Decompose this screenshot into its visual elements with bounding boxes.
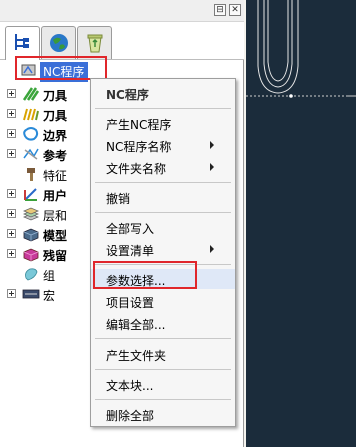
expand-toggle[interactable]	[7, 209, 16, 218]
tree-item-label: 刀具	[43, 89, 68, 103]
tree-item-label: 残留	[43, 249, 68, 263]
menu-item-write-all[interactable]: 全部写入	[91, 217, 235, 237]
layers-icon	[22, 207, 40, 221]
menu-item-create-folder[interactable]: 产生文件夹	[91, 344, 235, 364]
tool-green-icon	[22, 87, 40, 101]
menu-item-settings-list[interactable]: 设置清单	[91, 239, 235, 259]
tree-item-label: 刀具	[43, 109, 68, 123]
reference-icon	[23, 148, 39, 160]
submenu-arrow-icon	[210, 163, 214, 171]
tree-item-label: 模型	[43, 229, 68, 243]
tree-item-label: 宏	[43, 289, 56, 303]
menu-separator	[95, 369, 231, 370]
boundary-icon	[23, 127, 39, 141]
tree-item-label: 组	[43, 269, 56, 283]
stock-model-icon	[23, 248, 39, 262]
explorer-tab[interactable]	[5, 26, 40, 60]
menu-separator	[95, 108, 231, 109]
submenu-arrow-icon	[210, 245, 214, 253]
annotation-box-parameter-select	[93, 261, 197, 289]
expand-toggle[interactable]	[7, 289, 16, 298]
menu-separator	[95, 212, 231, 213]
menu-item-text-block[interactable]: 文本块...	[91, 374, 235, 394]
toolpath-icon	[23, 108, 39, 121]
menu-separator	[95, 399, 231, 400]
menu-separator	[95, 338, 231, 339]
feature-icon	[27, 168, 35, 181]
menu-header: NC程序	[106, 88, 149, 102]
group-icon	[25, 268, 38, 281]
toolpath-preview	[246, 0, 356, 98]
submenu-arrow-icon	[210, 141, 214, 149]
model-icon	[23, 228, 39, 242]
expand-toggle[interactable]	[7, 189, 16, 198]
menu-item-project-settings[interactable]: 项目设置	[91, 291, 235, 311]
menu-item-create-nc-program[interactable]: 产生NC程序	[91, 113, 235, 133]
recycle-bin-tab[interactable]	[77, 26, 112, 59]
graphics-viewport[interactable]	[246, 0, 356, 447]
expand-toggle[interactable]	[7, 249, 16, 258]
annotation-box-root	[15, 56, 107, 80]
menu-item-delete-all[interactable]: 删除全部	[91, 404, 235, 424]
expand-toggle[interactable]	[7, 229, 16, 238]
menu-separator	[95, 182, 231, 183]
tree-item-label: 边界	[43, 129, 68, 143]
recycle-bin-icon	[87, 34, 103, 53]
tree-hierarchy-icon	[15, 34, 29, 50]
context-menu: NC程序 产生NC程序 NC程序名称 文件夹名称 撤销 全部写入 设置清单 参数…	[90, 78, 236, 427]
tree-item-label: 层和	[43, 209, 68, 223]
menu-item-undo[interactable]: 撤销	[91, 187, 235, 207]
menu-item-folder-name[interactable]: 文件夹名称	[91, 157, 235, 177]
expand-toggle[interactable]	[7, 109, 16, 118]
expand-toggle[interactable]	[7, 149, 16, 158]
menu-item-edit-all[interactable]: 编辑全部...	[91, 313, 235, 333]
tree-item-label: 用户	[43, 189, 68, 203]
macro-icon	[22, 289, 40, 299]
tree-item-label: 特征	[43, 169, 68, 183]
expand-toggle[interactable]	[7, 129, 16, 138]
pin-icon[interactable]: ⊟	[214, 4, 226, 16]
expand-toggle[interactable]	[7, 89, 16, 98]
globe-tab[interactable]	[41, 26, 76, 59]
tree-item-label: 参考	[43, 149, 68, 163]
menu-item-nc-program-name[interactable]: NC程序名称	[91, 135, 235, 155]
panel-tabs	[0, 22, 244, 60]
close-icon[interactable]: ✕	[229, 4, 241, 16]
panel-header: ⊟ ✕	[0, 0, 244, 22]
globe-icon	[50, 34, 68, 52]
user-coordinate-icon	[24, 188, 37, 201]
